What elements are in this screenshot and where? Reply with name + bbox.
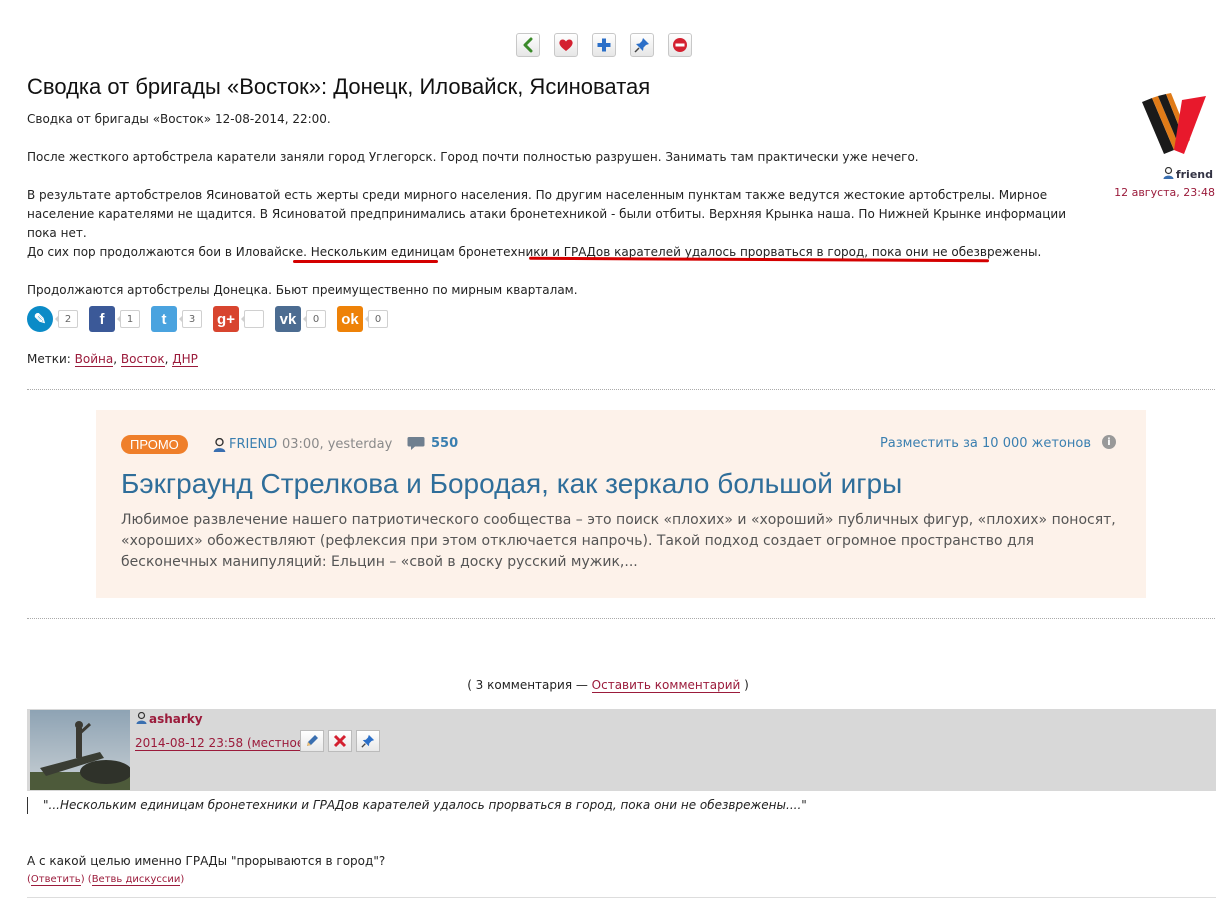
promo-block[interactable]: ПРОМО FRIEND 03:00, yesterday 550 Размес… xyxy=(96,410,1146,598)
user-icon xyxy=(1163,167,1174,179)
tag-link[interactable]: Восток xyxy=(120,352,165,367)
back-button[interactable] xyxy=(516,33,540,57)
comment-links: (Ответить) (Ветвь дискуссии) xyxy=(27,874,185,886)
minus-circle-icon xyxy=(673,38,687,52)
promo-place-link[interactable]: Разместить за 10 000 жетонов xyxy=(880,436,1091,451)
comments-count-text: ( 3 комментария — xyxy=(467,678,592,692)
close-icon xyxy=(333,734,347,748)
odnoklassniki-icon[interactable]: ok xyxy=(337,306,363,332)
user-icon xyxy=(136,712,147,724)
share-item[interactable]: t3 xyxy=(151,306,202,332)
share-count xyxy=(241,310,264,328)
add-button[interactable] xyxy=(592,33,616,57)
highlighted-text: Нескольким единицам xyxy=(306,245,455,259)
promo-author-link[interactable]: FRIEND xyxy=(229,437,277,452)
post-title: Сводка от бригады «Восток»: Донецк, Илов… xyxy=(27,74,651,99)
reply-link[interactable]: Ответить xyxy=(30,874,81,886)
pin-button[interactable] xyxy=(630,33,654,57)
remove-button[interactable] xyxy=(668,33,692,57)
red-underline xyxy=(293,260,438,263)
comment-author-name: asharky xyxy=(149,712,203,726)
divider xyxy=(27,897,1216,898)
share-bar: ✎ 2 f 1 t 3 g+ vk 0 ok 0 xyxy=(27,306,399,332)
comment-text: А с какой целью именно ГРАДы "прорываютс… xyxy=(27,854,386,868)
post-lead: Сводка от бригады «Восток» 12-08-2014, 2… xyxy=(27,112,331,126)
edit-comment-button[interactable] xyxy=(300,730,324,752)
pin-icon xyxy=(634,38,649,53)
share-item[interactable]: vk 0 xyxy=(275,306,326,332)
share-count: 0 xyxy=(303,310,326,328)
share-item[interactable]: f1 xyxy=(89,306,140,332)
share-item[interactable]: g+ xyxy=(213,306,264,332)
share-count: 3 xyxy=(179,310,202,328)
share-count: 1 xyxy=(117,310,140,328)
author-name: friend xyxy=(1175,168,1213,181)
promo-badge: ПРОМО xyxy=(121,435,188,454)
delete-comment-button[interactable] xyxy=(328,730,352,752)
info-icon[interactable]: i xyxy=(1102,435,1116,449)
avatar[interactable] xyxy=(30,710,130,790)
pin-icon xyxy=(361,734,375,748)
post-paragraph: Продолжаются артобстрелы Донецка. Бьют п… xyxy=(27,283,578,297)
comment-actions xyxy=(300,730,380,752)
vk-icon[interactable]: vk xyxy=(275,306,301,332)
promo-text: Любимое развлечение нашего патриотическо… xyxy=(121,512,1116,570)
tag-link[interactable]: ДНР xyxy=(172,352,198,367)
avatar-image xyxy=(30,710,130,790)
promo-comments-count: 550 xyxy=(431,436,459,451)
post-toolbar xyxy=(516,33,692,57)
comments-count-close: ) xyxy=(740,678,749,692)
facebook-icon[interactable]: f xyxy=(89,306,115,332)
promo-time: 03:00, yesterday xyxy=(282,437,393,452)
livejournal-icon[interactable]: ✎ xyxy=(27,306,53,332)
tags-label: Метки: xyxy=(27,352,71,366)
share-count: 0 xyxy=(365,310,388,328)
share-item[interactable]: ✎ 2 xyxy=(27,306,78,332)
promo-comments-link[interactable]: 550 xyxy=(407,436,458,451)
plus-icon xyxy=(597,38,611,52)
google-plus-icon[interactable]: g+ xyxy=(213,306,239,332)
share-item[interactable]: ok 0 xyxy=(337,306,388,332)
comment-header: asharky 2014-08-12 23:58 (местное) xyxy=(27,709,1216,791)
divider xyxy=(27,389,1215,390)
comments-summary: ( 3 комментария — Оставить комментарий ) xyxy=(0,678,1216,693)
share-count: 2 xyxy=(55,310,78,328)
post-date: 12 августа, 23:48 xyxy=(1114,186,1215,199)
post-text: До сих пор продолжаются бои в Иловайске. xyxy=(27,245,307,259)
twitter-icon[interactable]: t xyxy=(151,306,177,332)
heart-icon xyxy=(559,39,573,51)
comment-author-link[interactable]: asharky xyxy=(136,712,203,726)
like-button[interactable] xyxy=(554,33,578,57)
tag-link[interactable]: Война xyxy=(74,352,114,367)
arrow-left-icon xyxy=(523,37,533,53)
thread-link[interactable]: Ветвь дискуссии xyxy=(91,874,181,886)
post-paragraph: После жесткого артобстрела каратели заня… xyxy=(27,150,919,164)
comment-date-link[interactable]: 2014-08-12 23:58 (местное) xyxy=(135,736,309,751)
pencil-icon xyxy=(307,735,318,746)
comment-quote: "...Нескольким единицам бронетехники и Г… xyxy=(27,797,807,814)
leave-comment-link[interactable]: Оставить комментарий xyxy=(591,678,741,693)
author-link[interactable]: friend xyxy=(1163,167,1213,181)
pin-comment-button[interactable] xyxy=(356,730,380,752)
promo-title[interactable]: Бэкграунд Стрелкова и Бородая, как зерка… xyxy=(121,468,902,500)
st-george-ribbon-logo xyxy=(1142,93,1206,154)
comment-bubble-icon xyxy=(407,437,425,450)
user-icon xyxy=(213,438,226,452)
divider xyxy=(27,618,1215,619)
tags: Метки: Война, Восток, ДНР xyxy=(27,352,198,367)
post-paragraph: В результате артобстрелов Ясиноватой ест… xyxy=(27,188,1067,240)
